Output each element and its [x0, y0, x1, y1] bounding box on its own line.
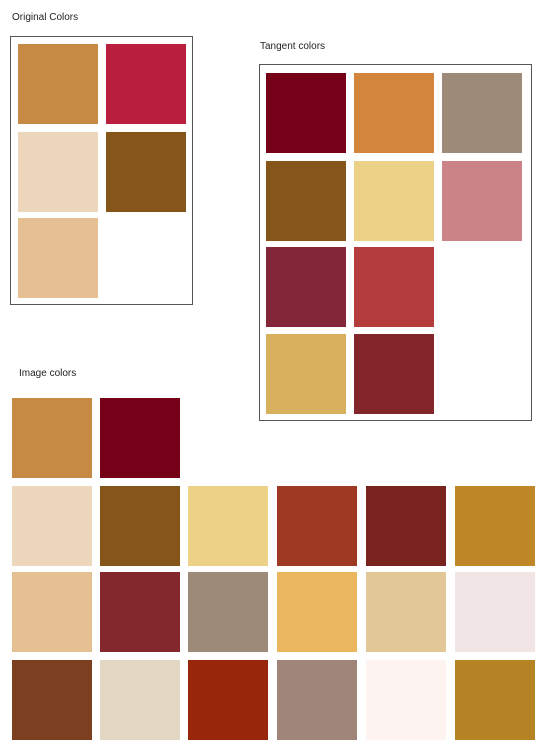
image-swatch — [188, 486, 268, 566]
image-swatch — [455, 572, 535, 652]
image-swatch — [366, 572, 446, 652]
image-swatch — [12, 486, 92, 566]
original-swatch — [18, 218, 98, 298]
tangent-swatch — [266, 73, 346, 153]
original-swatch — [18, 132, 98, 212]
image-swatch — [100, 398, 180, 478]
image-swatch — [277, 572, 357, 652]
original-colors-title: Original Colors — [12, 12, 79, 23]
tangent-swatch — [442, 73, 522, 153]
image-swatch — [12, 572, 92, 652]
tangent-swatch — [442, 161, 522, 241]
tangent-swatch — [354, 334, 434, 414]
image-swatch — [100, 660, 180, 740]
image-swatch — [277, 486, 357, 566]
image-swatch — [366, 660, 446, 740]
image-swatch — [366, 486, 446, 566]
image-swatch — [188, 660, 268, 740]
tangent-swatch — [266, 334, 346, 414]
image-colors-title: Image colors — [19, 368, 77, 379]
tangent-swatch — [354, 161, 434, 241]
tangent-swatch — [354, 73, 434, 153]
image-swatch — [12, 660, 92, 740]
image-swatch — [455, 486, 535, 566]
image-swatch — [12, 398, 92, 478]
tangent-colors-title: Tangent colors — [260, 41, 326, 52]
image-swatch — [100, 486, 180, 566]
tangent-swatch — [266, 247, 346, 327]
tangent-swatch — [354, 247, 434, 327]
tangent-swatch — [266, 161, 346, 241]
tangent-colors-panel — [259, 64, 532, 421]
image-swatch — [188, 572, 268, 652]
original-colors-panel — [10, 36, 193, 305]
image-swatch — [277, 660, 357, 740]
original-swatch — [106, 44, 186, 124]
original-swatch — [106, 132, 186, 212]
original-swatch — [18, 44, 98, 124]
image-swatch — [455, 660, 535, 740]
image-swatch — [100, 572, 180, 652]
